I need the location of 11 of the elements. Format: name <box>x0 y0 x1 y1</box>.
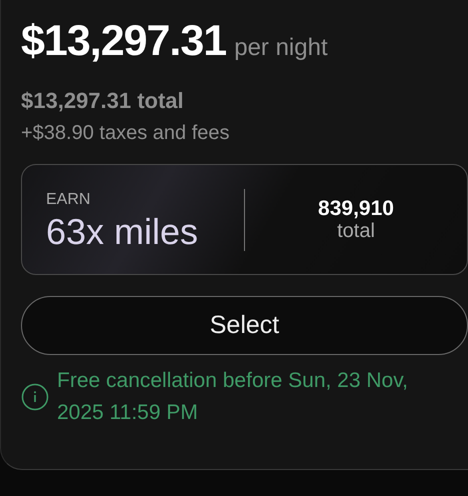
select-button[interactable]: Select <box>21 296 468 356</box>
miles-total-label: total <box>337 220 375 242</box>
total-price: $13,297.31 total <box>21 88 185 114</box>
price-unit: per night <box>234 33 328 63</box>
miles-total: 839,910 <box>318 197 394 220</box>
nightly-price: $13,297.31 <box>21 18 226 66</box>
miles-rate: 63x miles <box>46 212 200 252</box>
info-icon <box>21 382 49 411</box>
cancellation-notice: Free cancellation before Sun, 23 Nov, 2025 11:59 PM <box>57 368 409 426</box>
taxes-text: +$38.90 taxes and fees <box>21 121 230 146</box>
earn-label: EARN <box>46 190 92 210</box>
